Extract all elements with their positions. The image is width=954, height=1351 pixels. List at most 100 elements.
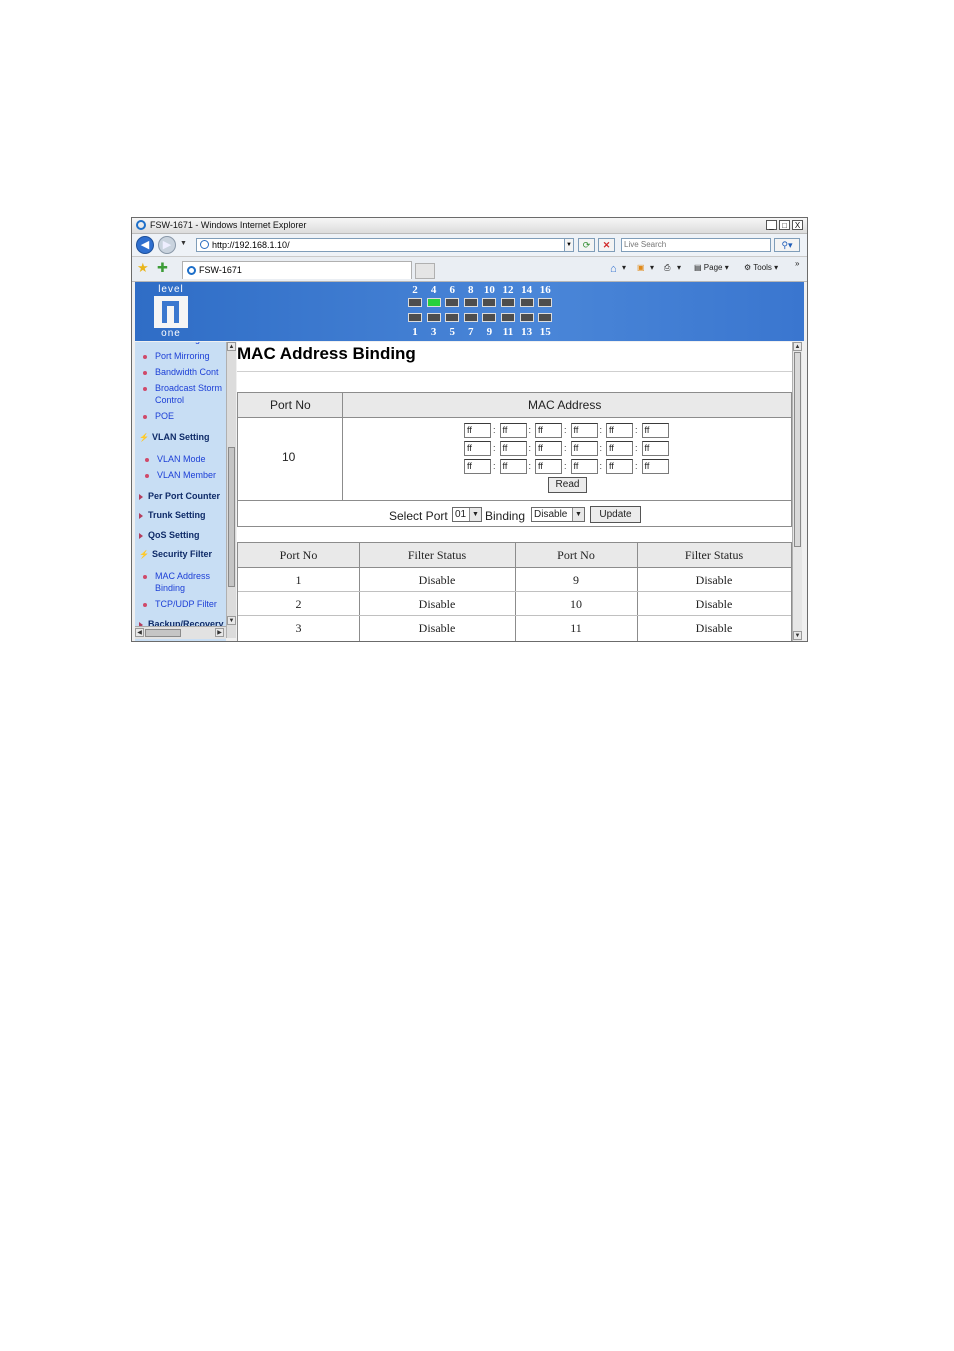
scroll-right-icon[interactable]: ▶ <box>215 628 224 637</box>
sidebar-vertical-scrollbar[interactable]: ▲ ▼ <box>226 342 236 638</box>
mac-separator: : <box>635 443 638 453</box>
tab-fsw-1671[interactable]: FSW-1671 <box>182 261 412 279</box>
mac-separator: : <box>528 461 532 471</box>
content-scroll-down-icon[interactable]: ▼ <box>793 631 802 640</box>
sidebar-section-per-port-counter[interactable]: Per Port Counter <box>139 491 220 501</box>
select-port-dropdown[interactable]: 01 ▼ <box>452 507 482 522</box>
favorites-star-icon[interactable]: ★ <box>137 260 149 276</box>
mac-octet-input[interactable]: ff <box>464 459 491 474</box>
print-icon[interactable]: ⎙ <box>664 263 670 273</box>
maximize-button[interactable]: □ <box>779 220 790 230</box>
sidebar-item-broadcast-storm[interactable]: Broadcast Storm <box>143 383 222 393</box>
triangle-right-icon <box>139 532 143 539</box>
port-8-indicator[interactable] <box>463 298 478 307</box>
port-12-indicator[interactable] <box>501 298 515 307</box>
address-input[interactable]: http://192.168.1.10/ <box>196 238 574 252</box>
mac-octet-input[interactable]: ff <box>606 423 633 438</box>
port-number-top: 8 <box>468 284 474 296</box>
port-5-indicator[interactable] <box>445 313 460 322</box>
scroll-left-icon[interactable]: ◀ <box>135 628 144 637</box>
new-tab-button[interactable] <box>415 263 435 279</box>
address-dropdown-icon[interactable]: ▼ <box>564 238 574 252</box>
port-14-indicator[interactable] <box>519 298 534 307</box>
read-button[interactable]: Read <box>548 477 587 493</box>
recent-pages-dropdown-icon[interactable]: ▼ <box>180 240 187 247</box>
sidebar-item-tcp-udp-filter[interactable]: TCP/UDP Filter <box>143 599 217 609</box>
search-input[interactable]: Live Search <box>621 238 771 252</box>
sidebar-item-vlan-member[interactable]: VLAN Member <box>145 470 216 480</box>
refresh-icon[interactable]: ⟳ <box>578 238 595 252</box>
status-cell: Disable <box>695 621 733 635</box>
sidebar-item-mac-address[interactable]: MAC Address <box>143 571 210 581</box>
mac-octet-input[interactable]: ff <box>464 423 491 438</box>
sidebar-item-port-configuration[interactable]: Port Configuration <box>143 342 226 344</box>
sidebar-scroll-down-icon[interactable]: ▼ <box>227 616 236 625</box>
add-favorites-icon[interactable]: ✚ <box>157 260 168 276</box>
horizontal-scroll-thumb[interactable] <box>145 629 181 637</box>
port-3-indicator[interactable] <box>426 313 441 322</box>
row-divider <box>238 591 791 592</box>
page-menu[interactable]: ▤ Page ▾ <box>694 263 729 272</box>
port-9-indicator[interactable] <box>482 313 497 322</box>
status-cell: 1 <box>295 573 302 587</box>
stop-icon[interactable]: ✕ <box>598 238 615 252</box>
port-7-indicator[interactable] <box>463 313 478 322</box>
mac-octet-input[interactable]: ff <box>641 459 669 474</box>
mac-octet-input[interactable]: ff <box>570 423 598 438</box>
sidebar-scroll-up-icon[interactable]: ▲ <box>227 342 236 351</box>
sidebar-item-poe[interactable]: POE <box>143 411 174 421</box>
bullet-icon <box>143 602 147 607</box>
status-header-cell: Port No <box>279 548 318 562</box>
mac-octet-input[interactable]: ff <box>535 459 562 474</box>
port-16-indicator[interactable] <box>538 298 553 307</box>
port-10-indicator[interactable] <box>482 298 497 307</box>
content-scroll-up-icon[interactable]: ▲ <box>793 342 802 351</box>
mac-octet-input[interactable]: ff <box>464 441 491 456</box>
bullet-icon <box>145 457 149 462</box>
sidebar-section-security-filter[interactable]: ⚡ Security Filter <box>139 549 212 559</box>
sidebar-item-port-mirroring[interactable]: Port Mirroring <box>143 351 210 361</box>
sidebar-item-control[interactable]: Control <box>155 395 184 405</box>
mac-octet-input[interactable]: ff <box>570 441 598 456</box>
home-icon[interactable]: ⌂ <box>610 263 617 275</box>
mac-octet-input[interactable]: ff <box>641 441 669 456</box>
content-scroll-thumb[interactable] <box>794 352 801 547</box>
content-vertical-scrollbar[interactable]: ▲ ▼ <box>792 342 802 641</box>
sidebar-section-qos-setting[interactable]: QoS Setting <box>139 530 200 540</box>
mac-octet-input[interactable]: ff <box>570 459 598 474</box>
sidebar-item-bandwidth-cont[interactable]: Bandwidth Cont <box>143 367 219 377</box>
port-6-indicator[interactable] <box>445 298 460 307</box>
sidebar-item-vlan-mode[interactable]: VLAN Mode <box>145 454 206 464</box>
sidebar-item-binding[interactable]: Binding <box>155 583 185 593</box>
binding-dropdown[interactable]: Disable ▼ <box>531 507 585 522</box>
port-1-indicator[interactable] <box>408 313 422 322</box>
mac-octet-input[interactable]: ff <box>535 423 562 438</box>
minimize-button[interactable]: _ <box>766 220 777 230</box>
forward-button[interactable]: ▶ <box>158 236 176 254</box>
status-header-cell: Port No <box>557 548 595 562</box>
mac-octet-input[interactable]: ff <box>499 423 527 438</box>
sidebar-section-trunk-setting[interactable]: Trunk Setting <box>139 510 206 520</box>
page-menu-label: Page <box>703 263 723 272</box>
tools-menu[interactable]: ⚙ Tools ▾ <box>744 263 778 272</box>
sidebar-scroll-thumb[interactable] <box>228 447 235 587</box>
sidebar-section-vlan-setting[interactable]: ⚡ VLAN Setting <box>139 432 209 442</box>
close-button[interactable]: X <box>792 220 803 230</box>
mac-octet-input[interactable]: ff <box>499 459 527 474</box>
port-15-indicator[interactable] <box>538 313 553 322</box>
port-4-indicator[interactable] <box>426 298 441 307</box>
port-13-indicator[interactable] <box>519 313 534 322</box>
back-button[interactable]: ◀ <box>136 236 154 254</box>
port-2-indicator[interactable] <box>408 298 422 307</box>
chevron-more-icon[interactable]: » <box>795 259 799 268</box>
mac-octet-input[interactable]: ff <box>606 459 633 474</box>
feeds-icon[interactable]: ▣ <box>637 263 645 272</box>
update-button[interactable]: Update <box>590 506 641 523</box>
sidebar-horizontal-scrollbar[interactable]: ◀ ▶ <box>135 626 226 639</box>
mac-octet-input[interactable]: ff <box>606 441 633 456</box>
mac-octet-input[interactable]: ff <box>499 441 527 456</box>
search-icon[interactable]: ⚲▾ <box>774 238 800 252</box>
mac-octet-input[interactable]: ff <box>641 423 669 438</box>
port-11-indicator[interactable] <box>501 313 515 322</box>
mac-octet-input[interactable]: ff <box>535 441 562 456</box>
